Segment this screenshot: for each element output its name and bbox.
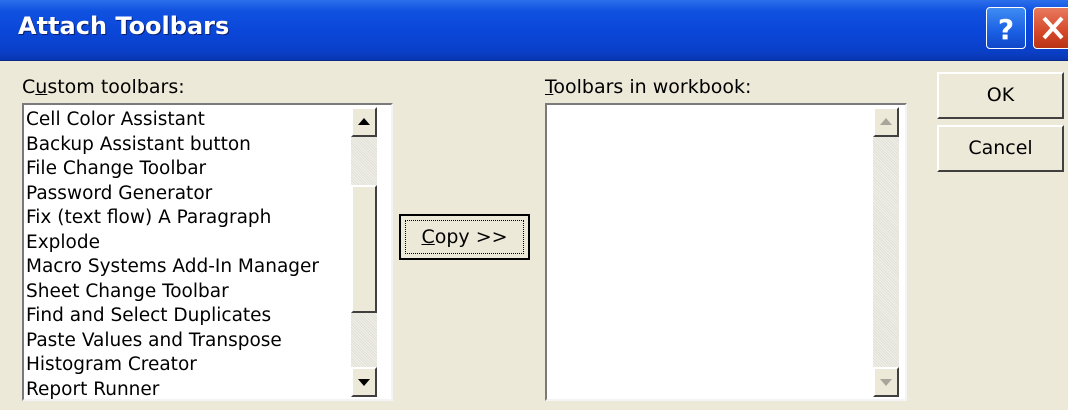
list-item[interactable]: Report Runner xyxy=(26,378,346,403)
list-item[interactable]: Paste Values and Transpose xyxy=(26,329,346,354)
list-item[interactable]: Fix (text flow) A Paragraph xyxy=(26,206,346,231)
close-x-icon xyxy=(1042,16,1064,40)
list-item[interactable]: Password Generator xyxy=(26,182,346,207)
svg-text:?: ? xyxy=(998,13,1014,46)
scroll-up-button[interactable] xyxy=(351,107,377,137)
chevron-down-icon xyxy=(358,379,370,386)
ok-button[interactable]: OK xyxy=(937,72,1064,119)
help-button[interactable]: ? xyxy=(986,7,1026,49)
window-title: Attach Toolbars xyxy=(18,12,230,40)
help-question-icon: ? xyxy=(998,13,1014,46)
title-bar: Attach Toolbars ? xyxy=(0,0,1068,61)
workbook-toolbars-label: Toolbars in workbook: xyxy=(545,76,752,98)
scroll-thumb[interactable] xyxy=(351,185,377,313)
list-item[interactable]: Explode xyxy=(26,231,346,256)
list-item[interactable]: Find and Select Duplicates xyxy=(26,304,346,329)
list-item[interactable]: Macro Systems Add-In Manager xyxy=(26,255,346,280)
scroll-up-button[interactable] xyxy=(873,107,899,137)
list-item[interactable]: Sheet Change Toolbar xyxy=(26,280,346,305)
custom-toolbars-scrollbar[interactable] xyxy=(351,107,377,397)
list-item[interactable]: File Change Toolbar xyxy=(26,157,346,182)
close-button[interactable] xyxy=(1033,7,1068,49)
list-item[interactable]: Cell Color Assistant xyxy=(26,108,346,133)
custom-toolbars-list[interactable]: Cell Color Assistant Backup Assistant but… xyxy=(22,103,393,401)
custom-toolbars-items: Cell Color Assistant Backup Assistant but… xyxy=(26,108,346,402)
cancel-button[interactable]: Cancel xyxy=(937,125,1064,172)
list-item[interactable]: Backup Assistant button xyxy=(26,133,346,158)
chevron-up-icon xyxy=(358,118,370,125)
workbook-toolbars-scrollbar[interactable] xyxy=(873,107,899,397)
chevron-down-icon xyxy=(880,379,892,386)
scroll-down-button[interactable] xyxy=(873,367,899,397)
chevron-up-icon xyxy=(880,118,892,125)
workbook-toolbars-list[interactable] xyxy=(545,103,907,401)
copy-button[interactable]: Copy >> xyxy=(399,214,530,260)
custom-toolbars-label: Custom toolbars: xyxy=(22,76,185,98)
list-item[interactable]: Histogram Creator xyxy=(26,353,346,378)
scroll-down-button[interactable] xyxy=(351,367,377,397)
